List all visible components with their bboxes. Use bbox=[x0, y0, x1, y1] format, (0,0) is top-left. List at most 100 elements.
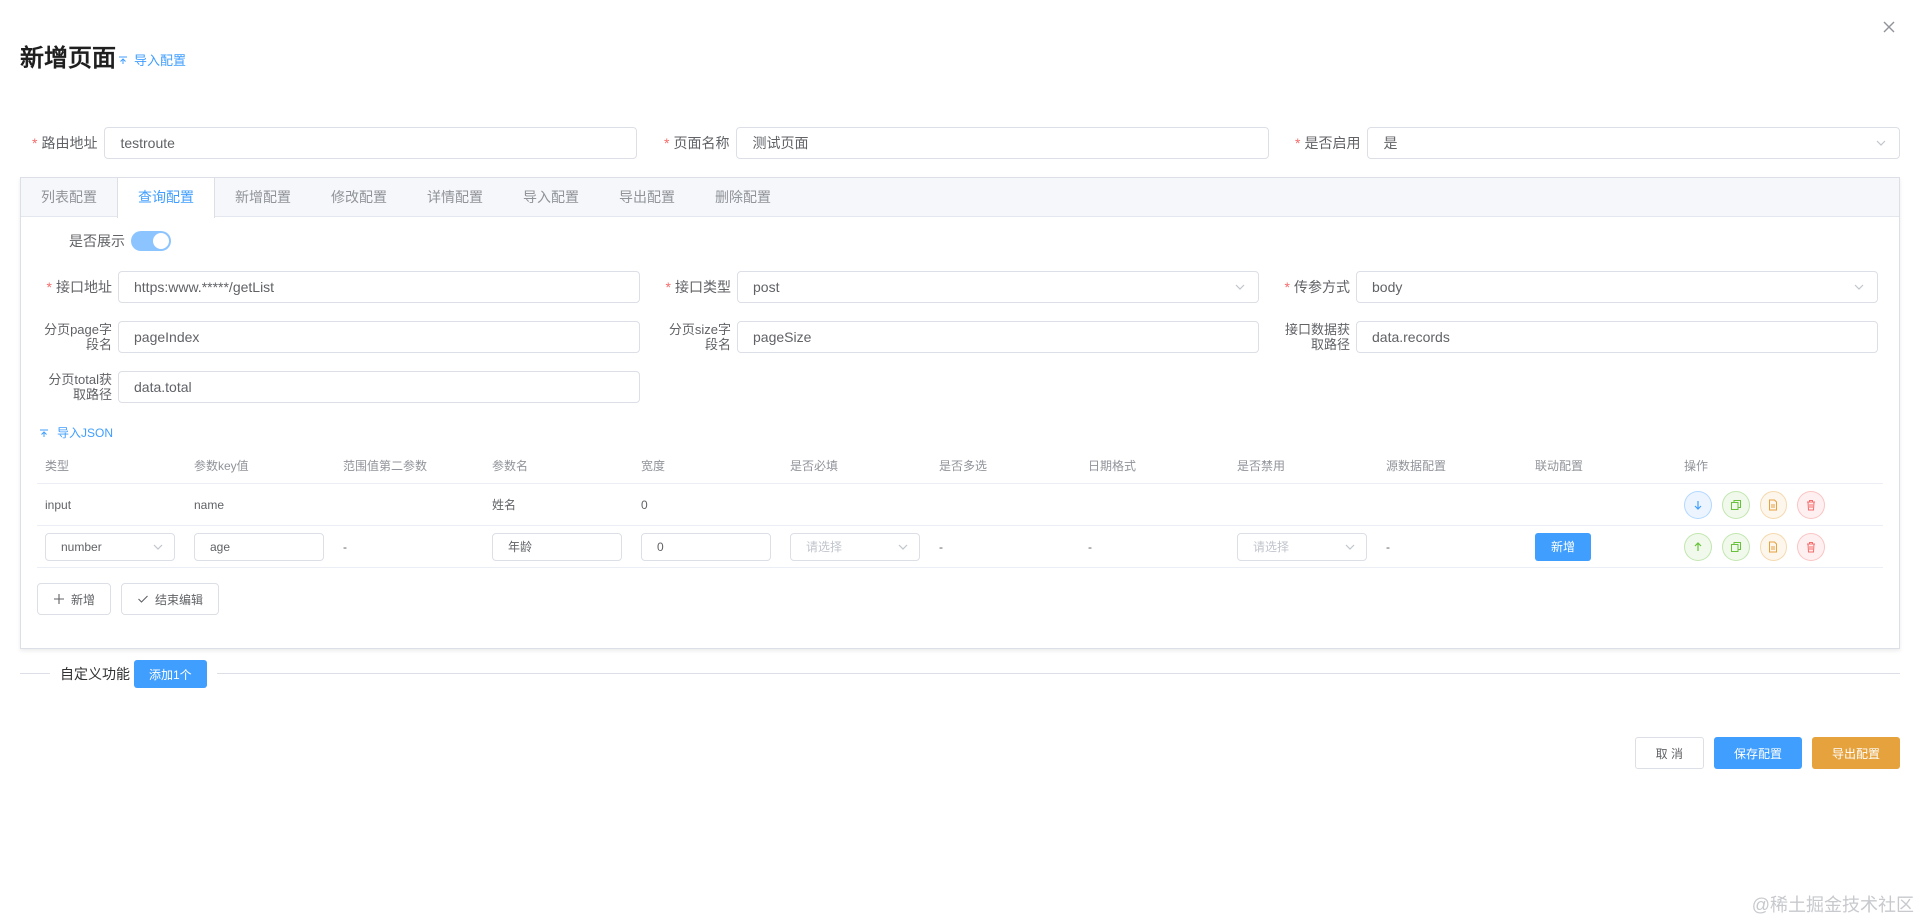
import-json-label: 导入JSON bbox=[57, 426, 114, 440]
route-form-item: * 路由地址 testroute bbox=[32, 127, 638, 159]
save-config-button[interactable]: 保存配置 bbox=[1713, 737, 1802, 769]
col-header-actions: 操作 bbox=[1684, 459, 1709, 473]
total-path-input[interactable]: data.total bbox=[118, 371, 640, 403]
tab-edit-config[interactable]: 修改配置 bbox=[311, 178, 407, 217]
page-field-value: pageIndex bbox=[134, 329, 200, 345]
size-field-input[interactable]: pageSize bbox=[737, 321, 1259, 353]
size-field-label: 分页size字 段名 bbox=[640, 322, 737, 352]
page-field-label-line1: 分页page字 bbox=[44, 322, 112, 337]
col-header-width: 宽度 bbox=[641, 459, 666, 473]
tab-detail-config[interactable]: 详情配置 bbox=[407, 178, 503, 217]
col-header-type: 类型 bbox=[45, 459, 70, 473]
key-input[interactable]: age bbox=[194, 532, 324, 561]
upload-icon bbox=[40, 429, 48, 437]
linkage-add-button[interactable]: 新增 bbox=[1535, 532, 1591, 561]
key-input-value: age bbox=[210, 539, 231, 554]
param-mode-select[interactable]: body bbox=[1356, 271, 1878, 303]
tab-add-config[interactable]: 新增配置 bbox=[215, 178, 311, 217]
add-row-button[interactable]: 新增 bbox=[37, 583, 112, 615]
close-icon[interactable] bbox=[1880, 18, 1898, 36]
api-type-label: 接口类型 bbox=[675, 279, 731, 295]
chevron-down-icon bbox=[153, 544, 163, 550]
total-path-value: data.total bbox=[134, 379, 192, 395]
param-mode-value: body bbox=[1372, 279, 1403, 295]
total-path-label: 分页total获 取路径 bbox=[21, 372, 118, 402]
enabled-select[interactable]: 是 bbox=[1367, 127, 1901, 159]
show-switch-row: 是否展示 bbox=[69, 231, 171, 251]
tab-export-config[interactable]: 导出配置 bbox=[599, 178, 695, 217]
dialog-header: 新增页面 导入配置 bbox=[20, 38, 186, 73]
required-mark: * bbox=[32, 135, 38, 151]
copy-icon bbox=[1730, 499, 1741, 510]
disabled-select-placeholder: 请选择 bbox=[1253, 540, 1290, 554]
tab-import-config[interactable]: 导入配置 bbox=[503, 178, 599, 217]
required-select[interactable]: 请选择 bbox=[790, 532, 920, 561]
col-header-required: 是否必填 bbox=[790, 459, 839, 473]
total-path-form-item: 分页total获 取路径 data.total bbox=[21, 371, 640, 403]
chevron-down-icon bbox=[898, 544, 908, 550]
copy-button[interactable] bbox=[1721, 490, 1750, 519]
import-config-label: 导入配置 bbox=[134, 53, 187, 68]
page-field-label-line2: 段名 bbox=[85, 337, 112, 352]
tab-list-config[interactable]: 列表配置 bbox=[21, 178, 117, 217]
api-url-form-item: * 接口地址 https:www.*****/getList bbox=[21, 271, 640, 303]
data-path-label: 接口数据获 取路径 bbox=[1259, 322, 1356, 352]
type-select[interactable]: number bbox=[45, 532, 175, 561]
page-field-input[interactable]: pageIndex bbox=[118, 321, 640, 353]
chevron-down-icon bbox=[1235, 284, 1245, 290]
name-input[interactable]: 年龄 bbox=[492, 532, 622, 561]
import-config-link[interactable]: 导入配置 bbox=[118, 50, 186, 69]
api-type-label-wrap: * 接口类型 bbox=[640, 279, 737, 295]
cell-key: name bbox=[194, 497, 225, 512]
move-up-button[interactable] bbox=[1684, 532, 1712, 561]
cell-required: 请选择 bbox=[782, 532, 931, 561]
document-icon bbox=[1769, 499, 1778, 510]
page-field-form-item: 分页page字 段名 pageIndex bbox=[21, 321, 640, 353]
cell-name: 姓名 bbox=[492, 498, 517, 512]
move-down-button[interactable] bbox=[1684, 490, 1712, 519]
cancel-button[interactable]: 取 消 bbox=[1634, 737, 1704, 769]
page-name-input[interactable]: 测试页面 bbox=[736, 127, 1270, 159]
show-switch[interactable] bbox=[131, 231, 171, 251]
finish-edit-button[interactable]: 结束编辑 bbox=[121, 583, 220, 615]
api-url-input[interactable]: https:www.*****/getList bbox=[118, 271, 640, 303]
delete-button[interactable] bbox=[1797, 490, 1825, 519]
arrow-down-icon bbox=[1694, 500, 1702, 510]
delete-button[interactable] bbox=[1797, 532, 1825, 561]
page-name-form-item: * 页面名称 测试页面 bbox=[664, 127, 1270, 159]
edit-button[interactable] bbox=[1759, 490, 1788, 519]
data-path-form-item: 接口数据获 取路径 data.records bbox=[1259, 321, 1878, 353]
top-form: * 路由地址 testroute * 页面名称 测试页面 * 是否启用 是 bbox=[32, 127, 1901, 159]
size-field-label-line2: 段名 bbox=[704, 337, 731, 352]
data-path-label-line2: 取路径 bbox=[1310, 337, 1350, 352]
chevron-down-icon bbox=[1854, 284, 1864, 290]
data-path-input[interactable]: data.records bbox=[1356, 321, 1878, 353]
page-field-label: 分页page字 段名 bbox=[21, 322, 118, 352]
import-json-link[interactable]: 导入JSON bbox=[39, 424, 113, 441]
tab-query-config[interactable]: 查询配置 bbox=[117, 178, 215, 218]
disabled-select[interactable]: 请选择 bbox=[1237, 532, 1367, 561]
route-input[interactable]: testroute bbox=[104, 127, 638, 159]
export-config-button[interactable]: 导出配置 bbox=[1811, 737, 1900, 769]
finish-edit-label: 结束编辑 bbox=[155, 592, 204, 607]
check-icon bbox=[138, 595, 148, 603]
cell-multi: - bbox=[939, 539, 943, 554]
copy-button[interactable] bbox=[1721, 532, 1750, 561]
enabled-label: 是否启用 bbox=[1304, 135, 1361, 151]
col-header-linkage: 联动配置 bbox=[1535, 459, 1584, 473]
cell-width: 0 bbox=[641, 497, 648, 512]
route-value: testroute bbox=[120, 135, 175, 151]
edit-button[interactable] bbox=[1759, 532, 1788, 561]
cell-date-format: - bbox=[1088, 539, 1092, 554]
size-field-value: pageSize bbox=[753, 329, 812, 345]
data-path-label-line1: 接口数据获 bbox=[1284, 322, 1350, 337]
cell-name: 年龄 bbox=[484, 532, 633, 561]
copy-icon bbox=[1730, 541, 1741, 552]
cell-second-param: - bbox=[343, 539, 347, 554]
width-input[interactable]: 0 bbox=[641, 532, 771, 561]
api-type-select[interactable]: post bbox=[737, 271, 1259, 303]
api-url-value: https:www.*****/getList bbox=[134, 279, 275, 295]
show-label: 是否展示 bbox=[69, 233, 125, 249]
tab-delete-config[interactable]: 删除配置 bbox=[695, 178, 791, 217]
add-one-button[interactable]: 添加1个 bbox=[134, 660, 207, 688]
